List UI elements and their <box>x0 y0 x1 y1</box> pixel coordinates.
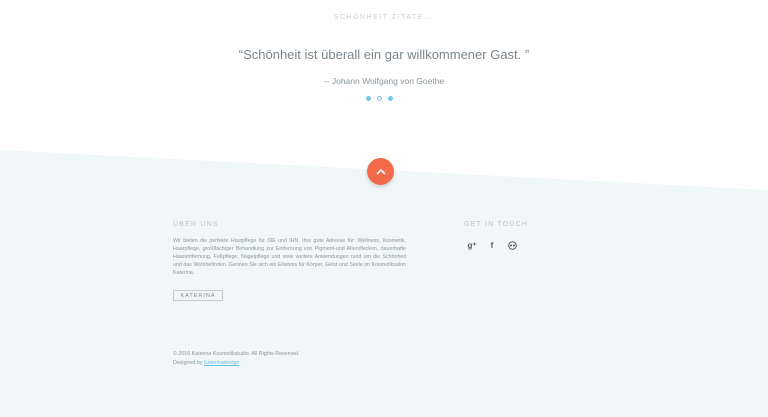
carousel-dots <box>366 96 393 101</box>
carousel-dot-3[interactable] <box>388 96 393 101</box>
contact-title: GET IN TOUCH <box>464 221 529 228</box>
designed-by: Designed by Katerinadesign <box>173 359 299 368</box>
quotes-section: SCHÖNHEIT ZITATE... “Schönheit ist übera… <box>0 0 768 150</box>
google-plus-icon[interactable]: g⁺ <box>467 240 477 250</box>
footer-shape <box>0 150 768 417</box>
tripadvisor-icon[interactable] <box>507 240 517 250</box>
scroll-top-button[interactable] <box>367 158 394 185</box>
about-text: Wir bieten die perfekte Hautpflege für S… <box>173 238 406 277</box>
designer-link[interactable]: Katerinadesign <box>204 360 239 366</box>
quote-author: -- Johann Wolfgang von Goethe <box>323 76 445 86</box>
quotes-heading: SCHÖNHEIT ZITATE... <box>333 14 435 21</box>
facebook-icon[interactable]: f <box>487 240 497 250</box>
chevron-up-icon <box>375 168 386 175</box>
copyright-text: © 2016 Katerina Kosmetikstudio. All Righ… <box>173 351 300 357</box>
about-title: ÜBER UNS <box>173 221 219 228</box>
carousel-dot-2[interactable] <box>377 96 382 101</box>
designed-prefix: Designed by <box>173 360 203 366</box>
katerina-button[interactable]: KATERINA <box>173 290 223 301</box>
quote-text: “Schönheit ist überall ein gar willkomme… <box>238 47 530 62</box>
social-links: g⁺ f <box>467 240 517 250</box>
copyright-block: © 2016 Katerina Kosmetikstudio. All Righ… <box>173 350 299 368</box>
carousel-dot-1[interactable] <box>366 96 371 101</box>
